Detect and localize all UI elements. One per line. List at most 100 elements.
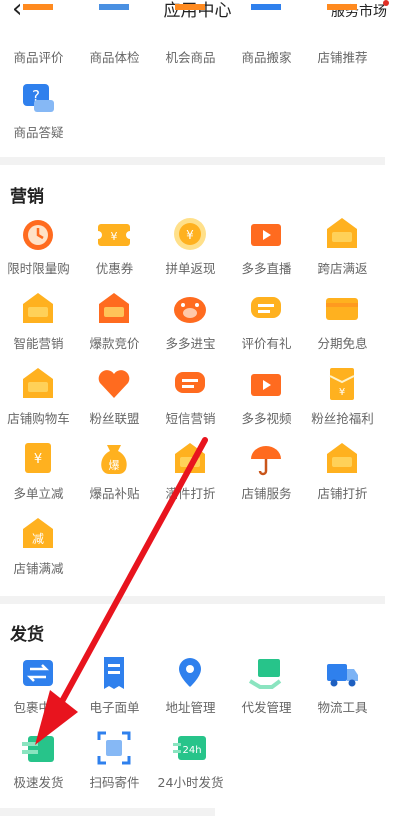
app-item[interactable]: 粉丝联盟 [76,366,153,442]
app-item[interactable]: 扫码寄件 [76,730,153,806]
app-item-label: 机会商品 [165,50,216,65]
app-item-label: 店铺打折 [317,486,368,501]
app-item[interactable]: ¥ 多单立减 [0,441,77,517]
coin-icon: ¥ [172,216,208,252]
location-icon [172,655,208,691]
app-item[interactable]: 多多进宝 [152,291,229,367]
app-item[interactable]: ¥ 拼单返现 [152,216,229,292]
tv-icon [248,366,284,402]
app-item[interactable]: 多多视频 [228,366,305,442]
app-item-label: 爆款竞价 [89,336,140,351]
app-item[interactable]: 爆爆品补贴 [76,441,153,517]
app-item[interactable]: 多多直播 [228,216,305,292]
app-item[interactable]: 商品体检 [76,0,153,70]
app-item[interactable]: ¥ 粉丝抢福利 [304,366,381,442]
app-item[interactable]: 店铺购物车 [0,366,77,442]
app-item[interactable]: 限时限量购 [0,216,77,292]
qa-icon: ? [20,80,56,116]
gift-bag-icon [172,441,208,477]
svg-text:减: 减 [32,532,44,546]
app-item[interactable]: 商品评价 [0,0,77,70]
app-item-label: 粉丝联盟 [89,411,140,426]
app-item-label: 优惠券 [95,261,134,276]
shipping-title: 发货 [10,625,44,645]
app-item[interactable]: ¥ 优惠券 [76,216,153,292]
app-item-label: 地址管理 [165,700,216,715]
clock-icon [20,216,56,252]
app-item-label: 多多视频 [241,411,292,426]
coupon-icon: ¥ [96,216,132,252]
app-item-label: 代发管理 [241,700,292,715]
app-item[interactable]: 店铺推荐 [304,0,381,70]
app-item-label: 限时限量购 [7,261,70,276]
app-item[interactable]: 店铺服务 [228,441,305,517]
app-item-label: 拼单返现 [165,261,216,276]
app-item-label: 店铺满减 [13,561,64,576]
svg-text:¥: ¥ [34,452,42,467]
app-item-label: 多多直播 [241,261,292,276]
app-item-label: 爆品补贴 [89,486,140,501]
app-item-label: 物流工具 [317,700,368,715]
app-item[interactable]: 机会商品 [152,0,229,70]
app-item-label: 跨店满返 [317,261,368,276]
app-item[interactable]: 24h 24小时发货 [152,730,229,806]
scan-icon [96,730,132,766]
tag-icon [324,216,360,252]
app-item[interactable]: 店铺打折 [304,441,381,517]
marketing-title: 营销 [10,187,44,207]
recommend-icon [324,4,360,14]
app-item[interactable]: 极速发货 [0,730,77,806]
app-item[interactable]: 减店铺满减 [0,516,77,592]
app-item-label: 商品体检 [89,50,140,65]
live-icon [248,216,284,252]
app-item-label: 店铺购物车 [7,411,70,426]
minus-tag-icon: 减 [20,516,56,552]
app-item[interactable]: 智能营销 [0,291,77,367]
heart-icon [96,366,132,402]
discount-tag-icon [20,366,56,402]
fast-ship-icon [20,730,56,766]
app-item-label: 包裹中心 [13,700,64,715]
app-item[interactable]: 爆款竞价 [76,291,153,367]
app-item-label: 智能营销 [13,336,64,351]
app-item-label: 扫码寄件 [89,775,140,790]
opportunity-icon [172,4,208,14]
app-item[interactable]: 商品搬家 [228,0,305,70]
app-item[interactable]: 电子面单 [76,655,153,731]
app-item[interactable]: 地址管理 [152,655,229,731]
notification-dot [383,0,389,6]
app-item[interactable]: 评价有礼 [228,291,305,367]
app-item[interactable]: 物流工具 [304,655,381,731]
app-item[interactable]: 包裹中心 [0,655,77,731]
move-icon [248,4,284,14]
app-item-label: 粉丝抢福利 [311,411,374,426]
receipt-icon [96,655,132,691]
app-item-label: 电子面单 [89,700,140,715]
app-item[interactable]: 代发管理 [228,655,305,731]
app-item-label: 多单立减 [13,486,64,501]
message-icon [248,291,284,327]
chart-bag-icon [20,291,56,327]
app-item[interactable]: 分期免息 [304,291,381,367]
money-bag-icon: 爆 [96,441,132,477]
app-item[interactable]: 短信营销 [152,366,229,442]
app-item-label: 24小时发货 [157,775,224,790]
bag-icon [96,291,132,327]
app-item[interactable]: 满件打折 [152,441,229,517]
app-item[interactable]: ? 商品答疑 [0,80,77,156]
truck-icon [324,655,360,691]
envelope-icon: ¥ [324,366,360,402]
svg-text:¥: ¥ [186,228,194,242]
app-item-label: 满件打折 [165,486,216,501]
app-item-label: 店铺推荐 [317,50,368,65]
svg-text:¥: ¥ [339,387,345,398]
section-divider [0,596,385,604]
app-item-label: 商品评价 [13,50,64,65]
percent-bag-icon [324,441,360,477]
app-item-label: 商品搬家 [241,50,292,65]
yen-doc-icon: ¥ [20,441,56,477]
app-item-label: 店铺服务 [241,486,292,501]
app-item[interactable]: 跨店满返 [304,216,381,292]
app-item-label: 极速发货 [13,775,64,790]
review-icon [20,4,56,14]
